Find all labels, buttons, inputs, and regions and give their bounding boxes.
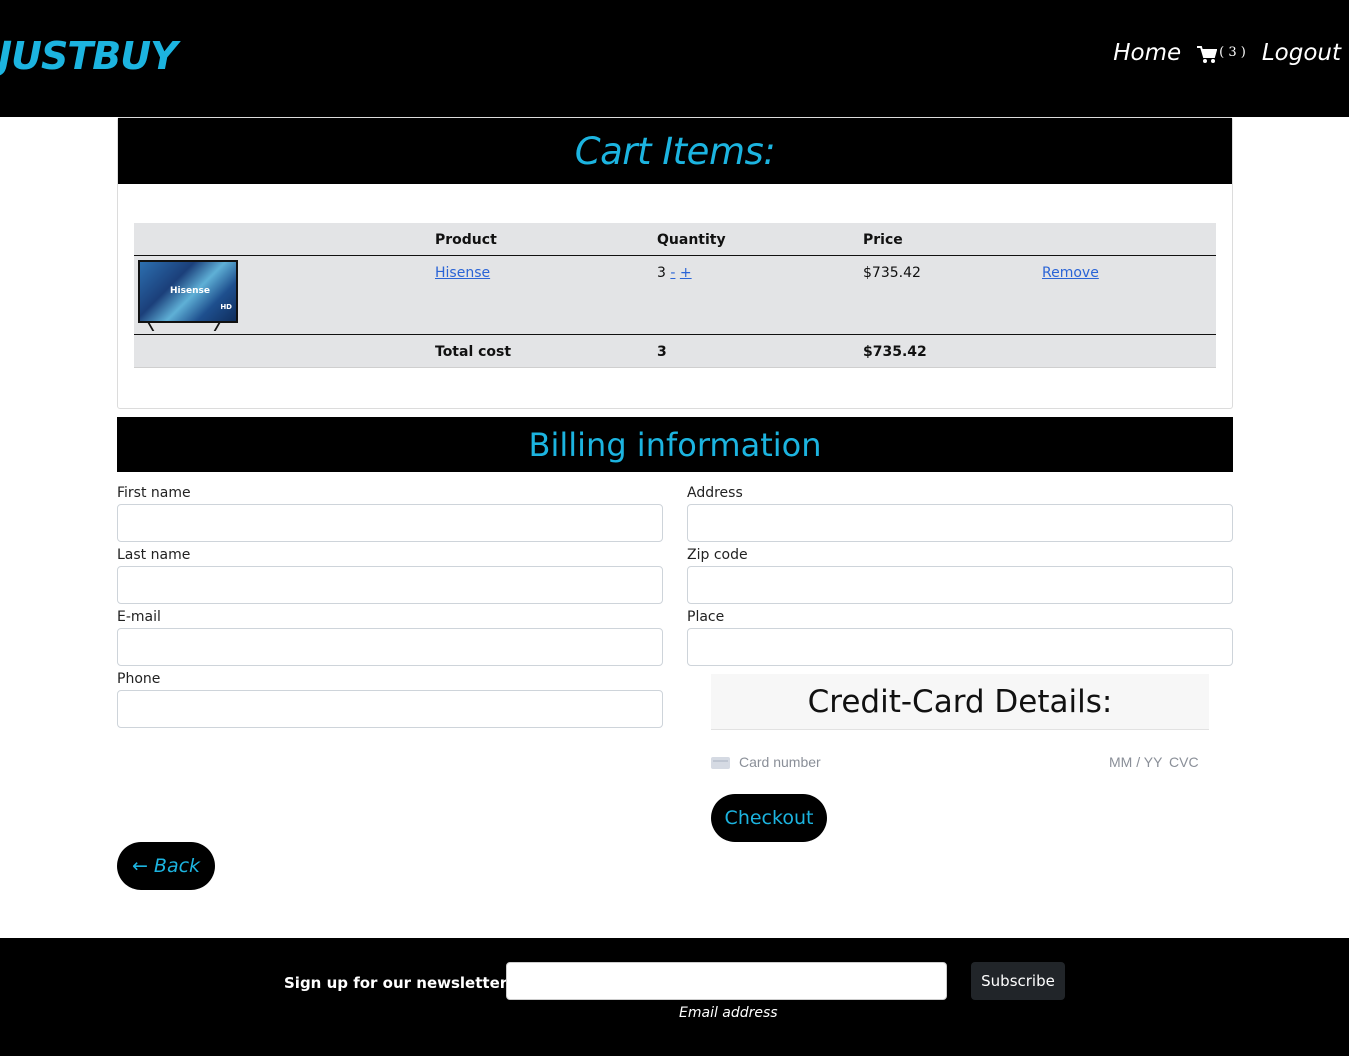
nav-cart-link[interactable]: ( 3 ) (1197, 43, 1246, 64)
credit-card-header: Credit-Card Details: (711, 674, 1209, 730)
cart-title: Cart Items: (574, 129, 776, 173)
quantity-decrement-button[interactable]: - (670, 265, 675, 281)
subscribe-button[interactable]: Subscribe (971, 962, 1065, 1000)
table-row: Hisense HD Hisense 3 - + $735.42 Remove (134, 256, 1216, 335)
place-label: Place (687, 609, 725, 625)
cart-panel: Cart Items: Product Quantity Price Hisen… (117, 117, 1233, 409)
address-label: Address (687, 485, 743, 501)
place-group: Place (687, 609, 1233, 666)
column-header-quantity: Quantity (657, 232, 726, 248)
credit-card-icon (711, 757, 730, 769)
column-header-product: Product (435, 232, 497, 248)
phone-group: Phone (117, 671, 663, 728)
checkout-button[interactable]: Checkout (711, 794, 827, 842)
total-quantity: 3 (657, 344, 667, 360)
email-group: E-mail (117, 609, 663, 666)
cart-panel-header: Cart Items: (118, 118, 1232, 184)
nav-home-link[interactable]: Home (1113, 40, 1181, 66)
quantity-increment-button[interactable]: + (680, 265, 692, 281)
product-thumbnail: Hisense HD (138, 260, 238, 331)
top-navbar: JUSTBUY Home ( 3 ) Logout (0, 0, 1349, 117)
phone-label: Phone (117, 671, 161, 687)
first-name-field[interactable] (117, 504, 663, 542)
thumbnail-brand-text: Hisense (170, 286, 210, 296)
card-cvc-input[interactable]: CVC (1169, 754, 1199, 770)
address-group: Address (687, 485, 1233, 542)
column-header-price: Price (863, 232, 903, 248)
item-price: $735.42 (863, 265, 921, 281)
billing-title: Billing information (528, 425, 822, 464)
nav-logout-link[interactable]: Logout (1262, 40, 1341, 66)
first-name-group: First name (117, 485, 663, 542)
zip-label: Zip code (687, 547, 748, 563)
address-field[interactable] (687, 504, 1233, 542)
product-link[interactable]: Hisense (435, 265, 490, 281)
last-name-label: Last name (117, 547, 191, 563)
shopping-cart-icon (1197, 45, 1218, 63)
billing-header: Billing information (117, 417, 1233, 472)
newsletter-email-hint: Email address (679, 1005, 778, 1021)
remove-item-link[interactable]: Remove (1042, 265, 1099, 281)
thumbnail-badge-text: HD (220, 303, 232, 311)
table-total-row: Total cost 3 $735.42 (134, 335, 1216, 368)
first-name-label: First name (117, 485, 191, 501)
email-field[interactable] (117, 628, 663, 666)
footer: Sign up for our newsletter Email address… (0, 938, 1349, 1056)
card-expiry-input[interactable]: MM / YY (1109, 754, 1162, 770)
newsletter-email-input[interactable] (506, 962, 947, 1000)
email-label: E-mail (117, 609, 161, 625)
cart-table: Product Quantity Price Hisense HD Hisens… (134, 223, 1216, 368)
card-element[interactable]: Card number MM / YY CVC (711, 754, 1209, 772)
table-header-row: Product Quantity Price (134, 223, 1216, 256)
credit-card-title: Credit-Card Details: (807, 683, 1113, 720)
quantity-control: 3 - + (657, 265, 692, 281)
brand-logo[interactable]: JUSTBUY (0, 34, 178, 78)
last-name-field[interactable] (117, 566, 663, 604)
zip-field[interactable] (687, 566, 1233, 604)
cart-count-badge: ( 3 ) (1219, 44, 1246, 60)
phone-field[interactable] (117, 690, 663, 728)
total-price: $735.42 (863, 344, 927, 360)
quantity-value: 3 (657, 265, 666, 281)
place-field[interactable] (687, 628, 1233, 666)
last-name-group: Last name (117, 547, 663, 604)
nav-links: Home ( 3 ) Logout (1113, 40, 1341, 66)
card-number-input[interactable]: Card number (739, 754, 821, 770)
newsletter-label: Sign up for our newsletter (284, 974, 508, 992)
back-button[interactable]: ← Back (117, 842, 215, 890)
zip-group: Zip code (687, 547, 1233, 604)
total-label: Total cost (435, 344, 512, 360)
